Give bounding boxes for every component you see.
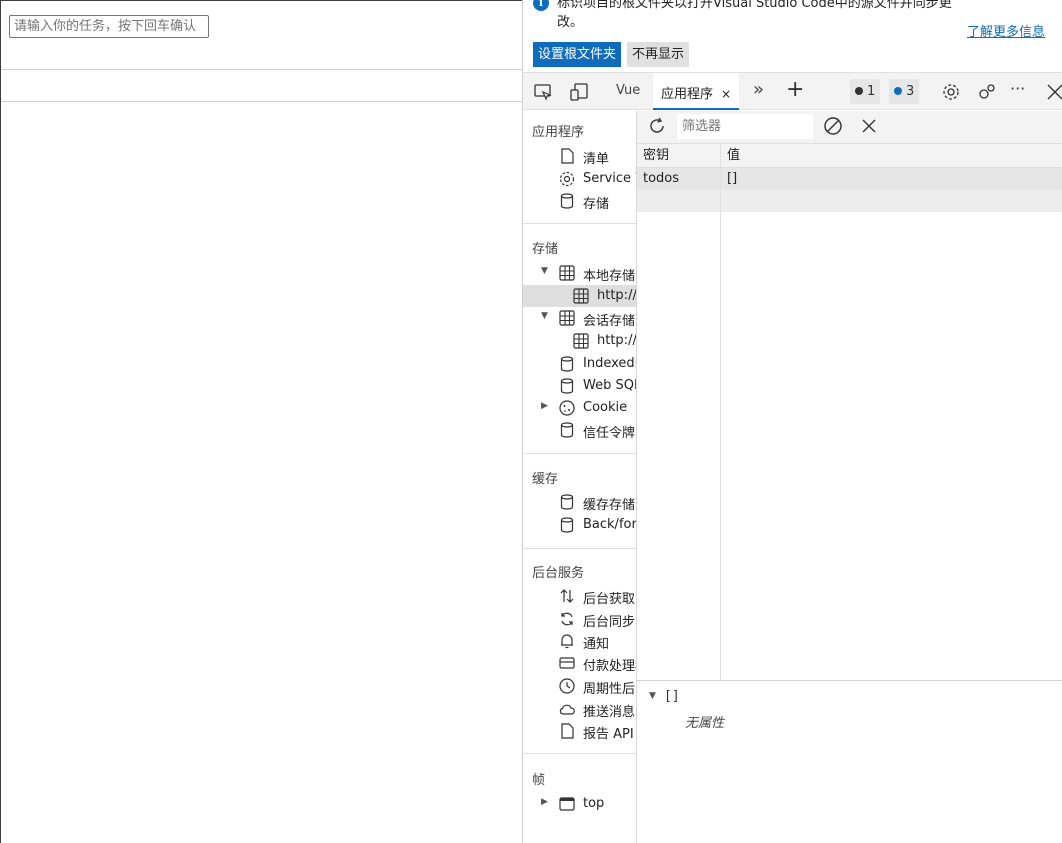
add-tab-icon[interactable]: + bbox=[786, 77, 804, 102]
credit-card-icon bbox=[559, 657, 575, 669]
tab-vue[interactable]: Vue bbox=[616, 83, 640, 98]
table-grid-icon bbox=[573, 288, 589, 304]
set-root-folder-button[interactable]: 设置根文件夹 bbox=[533, 42, 622, 67]
close-devtools-icon[interactable] bbox=[1045, 82, 1062, 102]
section-background-services: 后台服务 bbox=[532, 566, 585, 581]
infobar-message: 标识项目的根文件夹以打开Visual Studio Code中的源文件并同步更改… bbox=[557, 0, 952, 30]
inspected-page bbox=[0, 0, 523, 843]
cloud-icon bbox=[559, 704, 575, 715]
errors-badge[interactable]: 1 bbox=[850, 79, 881, 104]
page-divider bbox=[1, 69, 523, 70]
database-icon bbox=[560, 517, 574, 533]
section-divider bbox=[523, 453, 636, 454]
storage-view: 密钥 值 todos [] ▼ [] 无属性 bbox=[637, 111, 1062, 843]
section-cache: 缓存 bbox=[532, 472, 559, 487]
infobar: i 标识项目的根文件夹以打开Visual Studio Code中的源文件并同步… bbox=[523, 0, 1062, 72]
dont-show-again-button[interactable]: 不再显示 bbox=[627, 42, 690, 67]
table-grid-icon bbox=[573, 333, 589, 349]
section-divider bbox=[523, 223, 636, 224]
messages-badge[interactable]: 3 bbox=[889, 79, 920, 104]
error-dot-icon bbox=[855, 87, 863, 95]
section-application: 应用程序 bbox=[532, 125, 585, 140]
column-divider bbox=[720, 144, 721, 681]
collapsed-arrow-icon[interactable]: ▶ bbox=[541, 401, 548, 411]
learn-more-link[interactable]: 了解更多信息 bbox=[967, 21, 1045, 40]
errors-count: 1 bbox=[867, 84, 876, 99]
settings-gear-icon[interactable] bbox=[941, 82, 961, 102]
devtools-toolbar: Vue 应用程序 × » + 1 3 ··· bbox=[523, 72, 1062, 110]
table-grid-icon bbox=[559, 310, 575, 326]
clear-all-icon[interactable] bbox=[823, 116, 843, 136]
page-divider bbox=[1, 101, 523, 102]
expanded-arrow-icon[interactable]: ▼ bbox=[649, 691, 656, 701]
table-row[interactable]: todos [] bbox=[637, 168, 1062, 190]
bell-icon bbox=[561, 634, 573, 649]
info-icon: i bbox=[533, 0, 549, 11]
sync-icon bbox=[561, 612, 573, 626]
messages-count: 3 bbox=[906, 84, 915, 99]
expanded-arrow-icon[interactable]: ▼ bbox=[541, 266, 548, 276]
clock-icon bbox=[559, 678, 575, 694]
collapsed-arrow-icon[interactable]: ▶ bbox=[541, 797, 548, 807]
storage-filter-bar bbox=[637, 111, 1062, 144]
table-grid-icon bbox=[559, 265, 575, 281]
section-frames: 帧 bbox=[532, 773, 546, 788]
preview-no-properties: 无属性 bbox=[685, 716, 725, 731]
inspect-element-icon[interactable] bbox=[533, 82, 553, 102]
refresh-icon[interactable] bbox=[647, 116, 667, 136]
database-icon bbox=[560, 193, 574, 209]
gear-icon bbox=[559, 171, 575, 187]
more-tabs-icon[interactable]: » bbox=[753, 79, 764, 100]
feedback-icon[interactable] bbox=[977, 82, 997, 102]
device-emulation-icon[interactable] bbox=[569, 82, 589, 102]
delete-selected-icon[interactable] bbox=[859, 116, 879, 136]
column-header-value[interactable]: 值 bbox=[721, 144, 1062, 168]
section-divider bbox=[523, 548, 636, 549]
more-options-icon[interactable]: ··· bbox=[1010, 79, 1025, 98]
database-icon bbox=[560, 378, 574, 394]
database-icon bbox=[560, 356, 574, 372]
database-icon bbox=[560, 422, 574, 438]
column-header-key[interactable]: 密钥 bbox=[637, 144, 720, 168]
file-icon bbox=[561, 723, 574, 739]
tab-application-label: 应用程序 bbox=[661, 87, 714, 102]
section-divider bbox=[523, 753, 636, 754]
filter-input[interactable] bbox=[677, 114, 813, 139]
cell-key: todos bbox=[643, 171, 680, 186]
todo-input[interactable] bbox=[9, 15, 209, 38]
value-preview: ▼ [] 无属性 bbox=[637, 681, 1062, 843]
devtools-panel: i 标识项目的根文件夹以打开Visual Studio Code中的源文件并同步… bbox=[522, 0, 1062, 843]
table-row-empty[interactable] bbox=[637, 190, 1062, 212]
message-dot-icon bbox=[894, 87, 902, 95]
database-icon bbox=[560, 494, 574, 510]
storage-table: 密钥 值 todos [] bbox=[637, 144, 1062, 681]
section-storage: 存储 bbox=[532, 242, 559, 257]
preview-value: [] bbox=[664, 689, 680, 704]
cell-value: [] bbox=[727, 171, 738, 186]
window-frame-icon bbox=[559, 797, 575, 811]
application-sidebar: 应用程序 清单 Service Workers 存储 存储 ▼ 本地存储 htt… bbox=[523, 111, 637, 843]
up-down-arrows-icon bbox=[560, 589, 574, 603]
cookie-icon bbox=[559, 400, 575, 416]
tab-close-icon[interactable]: × bbox=[721, 87, 731, 101]
tab-application[interactable]: 应用程序 × bbox=[653, 73, 740, 110]
file-icon bbox=[561, 148, 574, 164]
expanded-arrow-icon[interactable]: ▼ bbox=[541, 311, 548, 321]
